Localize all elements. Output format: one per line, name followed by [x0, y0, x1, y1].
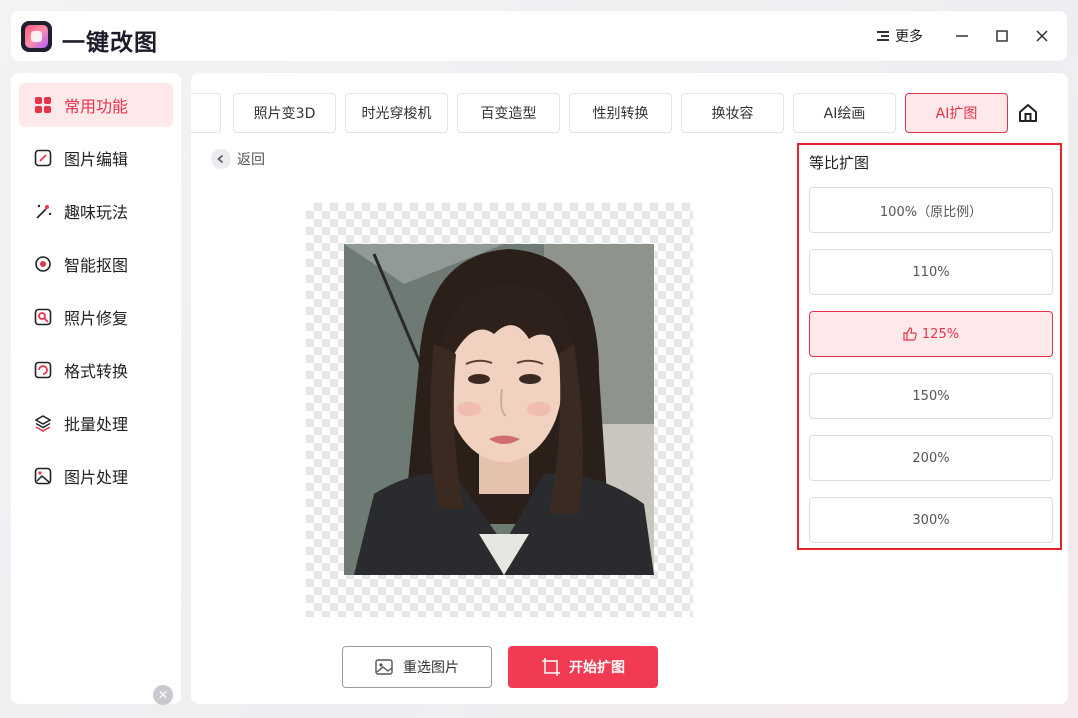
- tab-time-machine[interactable]: 时光穿梭机: [345, 93, 448, 133]
- ratio-panel: 等比扩图 100%（原比例） 110% 125% 150% 200% 300%: [797, 143, 1062, 550]
- start-expand-button[interactable]: 开始扩图: [508, 646, 658, 688]
- sidebar-item-common[interactable]: 常用功能: [19, 83, 173, 127]
- close-icon: [1036, 30, 1048, 42]
- title-bar: 一键改图 更多: [11, 11, 1067, 61]
- ratio-label: 150%: [912, 388, 950, 404]
- sidebar-item-label: 批量处理: [64, 415, 129, 434]
- sidebar: 常用功能 图片编辑 趣味玩法 智能抠图 照片修复 格式转换 批量处理 图片处理: [11, 73, 181, 704]
- sidebar-item-label: 格式转换: [64, 362, 129, 381]
- grid-icon: [35, 97, 51, 113]
- close-window-button[interactable]: [1032, 26, 1052, 46]
- ratio-label: 125%: [921, 326, 960, 342]
- ratio-label: 300%: [912, 512, 950, 528]
- more-label: 更多: [895, 29, 923, 45]
- sidebar-item-image[interactable]: 图片处理: [19, 454, 173, 498]
- sidebar-item-batch[interactable]: 批量处理: [19, 401, 173, 445]
- ratio-label: 110%: [912, 264, 950, 280]
- tab-style-change[interactable]: 百变造型: [457, 93, 560, 133]
- app-logo-icon: [21, 21, 52, 52]
- portrait-photo: [344, 244, 654, 575]
- sidebar-item-repair[interactable]: 照片修复: [19, 295, 173, 339]
- ratio-label: 200%: [912, 450, 950, 466]
- sidebar-item-convert[interactable]: 格式转换: [19, 348, 173, 392]
- home-icon: [1019, 104, 1037, 122]
- edit-icon: [34, 149, 52, 167]
- layers-icon: [34, 415, 52, 432]
- tab-gender-swap[interactable]: 性别转换: [569, 93, 672, 133]
- maximize-button[interactable]: [992, 26, 1012, 46]
- reselect-label: 重选图片: [403, 660, 459, 676]
- tab-photo-3d[interactable]: 照片变3D: [233, 93, 336, 133]
- sidebar-item-label: 智能抠图: [64, 256, 129, 275]
- ratio-option-100[interactable]: 100%（原比例）: [809, 187, 1053, 233]
- ratio-panel-title: 等比扩图: [809, 154, 870, 172]
- magic-wand-icon: [36, 204, 52, 219]
- tab-ai-expand[interactable]: AI扩图: [905, 93, 1008, 133]
- minimize-button[interactable]: [952, 26, 972, 46]
- image-icon: [34, 467, 52, 485]
- repair-icon: [34, 308, 52, 326]
- tab-makeup[interactable]: 换妆容: [681, 93, 784, 133]
- expand-canvas: [306, 203, 693, 617]
- sidebar-item-label: 图片编辑: [64, 150, 129, 169]
- sidebar-item-fun[interactable]: 趣味玩法: [19, 189, 173, 233]
- thumbs-up-icon: [903, 327, 917, 341]
- main-panel: 照片变3D 时光穿梭机 百变造型 性别转换 换妆容 AI绘画 AI扩图 返回 重…: [191, 73, 1068, 704]
- sidebar-item-label: 照片修复: [64, 309, 129, 328]
- reselect-image-button[interactable]: 重选图片: [342, 646, 492, 688]
- minimize-icon: [956, 35, 968, 37]
- home-button[interactable]: [1017, 102, 1039, 124]
- ratio-option-110[interactable]: 110%: [809, 249, 1053, 295]
- tab-ai-paint[interactable]: AI绘画: [793, 93, 896, 133]
- sidebar-item-edit[interactable]: 图片编辑: [19, 136, 173, 180]
- ratio-option-150[interactable]: 150%: [809, 373, 1053, 419]
- sidebar-item-cutout[interactable]: 智能抠图: [19, 242, 173, 286]
- tab-partial[interactable]: [191, 93, 221, 133]
- app-name: 一键改图: [62, 30, 158, 56]
- sidebar-item-label: 趣味玩法: [64, 203, 129, 222]
- crop-expand-icon: [542, 658, 560, 676]
- ratio-label: 100%（原比例）: [879, 204, 983, 220]
- ratio-option-300[interactable]: 300%: [809, 497, 1053, 543]
- more-menu-button[interactable]: 更多: [877, 26, 923, 46]
- chevron-left-icon: [211, 149, 231, 169]
- menu-lines-icon: [877, 30, 889, 42]
- back-button[interactable]: 返回: [211, 149, 265, 169]
- convert-icon: [34, 361, 52, 379]
- maximize-icon: [996, 30, 1008, 42]
- sidebar-item-label: 图片处理: [64, 468, 129, 487]
- back-label: 返回: [237, 152, 265, 168]
- sidebar-item-label: 常用功能: [64, 97, 129, 116]
- dismiss-icon[interactable]: ✕: [153, 685, 173, 705]
- ratio-option-125[interactable]: 125%: [809, 311, 1053, 357]
- start-label: 开始扩图: [569, 660, 625, 676]
- ratio-option-200[interactable]: 200%: [809, 435, 1053, 481]
- target-icon: [35, 256, 51, 272]
- image-icon: [375, 659, 393, 675]
